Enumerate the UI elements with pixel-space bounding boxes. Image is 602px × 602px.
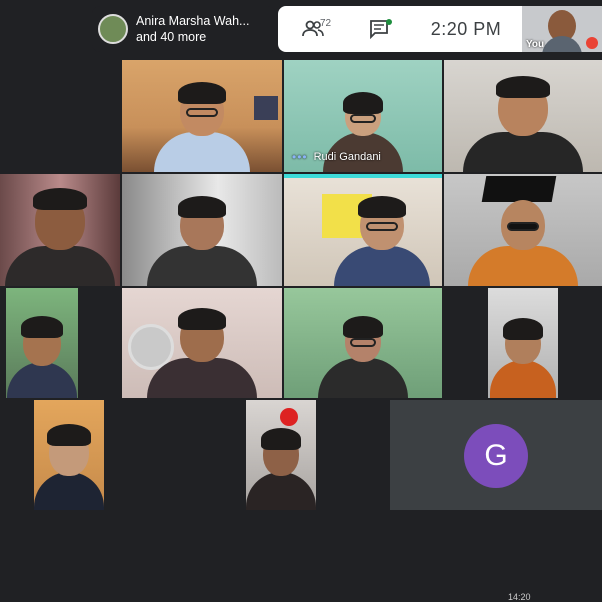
chat-unread-dot — [386, 19, 392, 25]
tile-highlight — [284, 174, 442, 178]
participant-video — [147, 196, 257, 286]
participant-video — [7, 316, 77, 398]
participants-count: 72 — [320, 18, 332, 29]
participant-tile-rudi[interactable]: ••• Rudi Gandani — [284, 60, 442, 172]
participant-tile[interactable] — [444, 60, 602, 172]
participant-tile[interactable] — [284, 288, 442, 398]
taskbar-time: 14:20 — [508, 592, 531, 602]
participant-video — [246, 428, 316, 510]
participant-tile[interactable] — [34, 400, 104, 510]
participant-avatar: G — [464, 424, 528, 488]
participant-video — [463, 76, 583, 172]
mic-off-icon — [586, 37, 598, 49]
participant-tile[interactable] — [444, 174, 602, 286]
participants-button[interactable]: 72 — [278, 6, 348, 52]
clock-time: 2:20 PM — [430, 18, 502, 39]
participant-tile[interactable] — [488, 288, 558, 398]
participant-video — [147, 308, 257, 398]
participant-tile[interactable] — [122, 288, 282, 398]
participant-video — [34, 424, 104, 510]
participant-tile[interactable] — [284, 174, 442, 286]
presenter-name: Anira Marsha Wah... — [136, 14, 250, 28]
presenter-info[interactable]: Anira Marsha Wah... and 40 more — [92, 6, 276, 52]
avatar-letter: G — [484, 439, 508, 472]
graduation-cap — [481, 176, 557, 202]
you-label: You — [526, 39, 545, 50]
participant-video — [490, 318, 556, 398]
meeting-clock: 2:20 PM — [410, 6, 522, 52]
presenter-more: and 40 more — [136, 30, 207, 44]
self-view-shoulders — [542, 36, 582, 52]
participant-video — [5, 188, 115, 286]
participant-video — [154, 82, 250, 172]
meeting-toolbar: 72 2:20 PM You — [278, 6, 602, 52]
participant-name-label: ••• Rudi Gandani — [292, 150, 381, 164]
participant-tile[interactable] — [0, 174, 120, 286]
participant-tile[interactable] — [122, 60, 282, 172]
participant-video — [468, 200, 578, 286]
participant-video — [318, 316, 408, 398]
participant-tile[interactable] — [6, 288, 78, 398]
participant-tile[interactable] — [122, 174, 282, 286]
presenter-text: Anira Marsha Wah... and 40 more — [136, 13, 249, 45]
participant-name: Rudi Gandani — [313, 151, 381, 163]
presenter-avatar — [98, 14, 128, 44]
chat-button[interactable] — [348, 6, 410, 52]
participant-video — [333, 196, 430, 286]
wall-picture — [254, 96, 278, 120]
speaking-indicator-icon: ••• — [292, 150, 308, 164]
self-view-tile[interactable]: You — [522, 6, 602, 52]
participant-tile[interactable] — [246, 400, 316, 510]
sticker-logo — [280, 408, 298, 426]
